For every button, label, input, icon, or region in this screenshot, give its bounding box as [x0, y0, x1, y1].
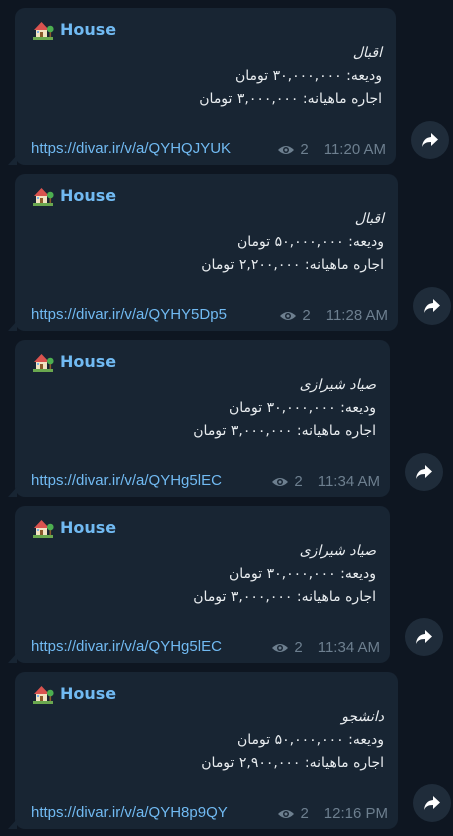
message-header: House	[32, 18, 116, 40]
message-time: 11:28 AM	[325, 307, 388, 324]
message-header: House	[32, 350, 116, 372]
listing-link[interactable]: https://divar.ir/v/a/QYHY5Dp5	[31, 306, 227, 323]
listing-deposit: ودیعه: ۵۰,۰۰۰,۰۰۰ تومان	[236, 234, 384, 250]
share-button[interactable]	[411, 121, 449, 159]
view-count: 2	[294, 639, 303, 656]
bubble-tail	[8, 155, 17, 165]
listing-rent: اجاره ماهیانه: ۳,۰۰۰,۰۰۰ تومان	[199, 91, 382, 107]
listing-rent: اجاره ماهیانه: ۳,۰۰۰,۰۰۰ تومان	[193, 423, 376, 439]
listing-rent: اجاره ماهیانه: ۳,۰۰۰,۰۰۰ تومان	[193, 589, 376, 605]
eye-icon	[271, 642, 289, 654]
view-count: 2	[294, 473, 303, 490]
listing-details: صیاد شیرازی ودیعه: ۳۰,۰۰۰,۰۰۰ تومان اجار…	[193, 374, 376, 443]
message-feed: House اقبال ودیعه: ۳۰,۰۰۰,۰۰۰ تومان اجار…	[0, 0, 453, 836]
share-arrow-icon	[423, 795, 441, 811]
listing-location: اقبال	[352, 45, 382, 61]
listing-details: دانشجو ودیعه: ۵۰,۰۰۰,۰۰۰ تومان اجاره ماه…	[201, 706, 384, 775]
message-header: House	[32, 184, 116, 206]
message-bubble[interactable]: House دانشجو ودیعه: ۵۰,۰۰۰,۰۰۰ تومان اجا…	[8, 672, 398, 829]
message-time: 11:34 AM	[317, 473, 380, 490]
house-with-garden-icon	[32, 516, 54, 538]
sender-name[interactable]: House	[60, 20, 116, 39]
bubble-tail	[8, 653, 17, 663]
listing-deposit: ودیعه: ۵۰,۰۰۰,۰۰۰ تومان	[236, 732, 384, 748]
listing-rent: اجاره ماهیانه: ۲,۹۰۰,۰۰۰ تومان	[201, 755, 384, 771]
message-meta: 2 11:34 AM	[271, 639, 380, 656]
bubble-tail	[8, 819, 17, 829]
view-count: 2	[300, 805, 309, 822]
message-time: 11:20 AM	[323, 141, 386, 158]
message-meta: 2 11:34 AM	[271, 473, 380, 490]
listing-location: اقبال	[354, 211, 384, 227]
message-meta: 2 11:20 AM	[277, 141, 386, 158]
listing-details: صیاد شیرازی ودیعه: ۳۰,۰۰۰,۰۰۰ تومان اجار…	[193, 540, 376, 609]
sender-name[interactable]: House	[60, 352, 116, 371]
house-with-garden-icon	[32, 350, 54, 372]
listing-deposit: ودیعه: ۳۰,۰۰۰,۰۰۰ تومان	[228, 566, 376, 582]
message-time: 11:34 AM	[317, 639, 380, 656]
house-with-garden-icon	[32, 682, 54, 704]
sender-name[interactable]: House	[60, 186, 116, 205]
eye-icon	[277, 808, 295, 820]
listing-link[interactable]: https://divar.ir/v/a/QYH8p9QY	[31, 804, 228, 821]
listing-location: دانشجو	[341, 709, 384, 725]
share-arrow-icon	[415, 464, 433, 480]
eye-icon	[271, 476, 289, 488]
share-button[interactable]	[405, 618, 443, 656]
share-button[interactable]	[405, 453, 443, 491]
message-bubble[interactable]: House اقبال ودیعه: ۵۰,۰۰۰,۰۰۰ تومان اجار…	[8, 174, 398, 331]
listing-details: اقبال ودیعه: ۳۰,۰۰۰,۰۰۰ تومان اجاره ماهی…	[199, 42, 382, 111]
eye-icon	[279, 310, 297, 322]
house-with-garden-icon	[32, 18, 54, 40]
listing-link[interactable]: https://divar.ir/v/a/QYHg5lEC	[31, 638, 222, 655]
house-with-garden-icon	[32, 184, 54, 206]
message-meta: 2 12:16 PM	[277, 805, 388, 822]
share-arrow-icon	[415, 629, 433, 645]
view-count: 2	[302, 307, 311, 324]
listing-link[interactable]: https://divar.ir/v/a/QYHQJYUK	[31, 140, 231, 157]
message-time: 12:16 PM	[323, 805, 388, 822]
listing-details: اقبال ودیعه: ۵۰,۰۰۰,۰۰۰ تومان اجاره ماهی…	[201, 208, 384, 277]
bubble-tail	[8, 321, 17, 331]
eye-icon	[277, 144, 295, 156]
listing-rent: اجاره ماهیانه: ۲,۲۰۰,۰۰۰ تومان	[201, 257, 384, 273]
bubble-tail	[8, 487, 17, 497]
message-meta: 2 11:28 AM	[279, 307, 388, 324]
listing-deposit: ودیعه: ۳۰,۰۰۰,۰۰۰ تومان	[228, 400, 376, 416]
message-header: House	[32, 682, 116, 704]
share-button[interactable]	[413, 784, 451, 822]
share-arrow-icon	[423, 298, 441, 314]
share-arrow-icon	[421, 132, 439, 148]
message-bubble[interactable]: House صیاد شیرازی ودیعه: ۳۰,۰۰۰,۰۰۰ توما…	[8, 506, 390, 663]
listing-deposit: ودیعه: ۳۰,۰۰۰,۰۰۰ تومان	[234, 68, 382, 84]
listing-link[interactable]: https://divar.ir/v/a/QYHg5lEC	[31, 472, 222, 489]
sender-name[interactable]: House	[60, 518, 116, 537]
share-button[interactable]	[413, 287, 451, 325]
message-header: House	[32, 516, 116, 538]
message-bubble[interactable]: House اقبال ودیعه: ۳۰,۰۰۰,۰۰۰ تومان اجار…	[8, 8, 396, 165]
sender-name[interactable]: House	[60, 684, 116, 703]
listing-location: صیاد شیرازی	[299, 377, 376, 393]
listing-location: صیاد شیرازی	[299, 543, 376, 559]
view-count: 2	[300, 141, 309, 158]
message-bubble[interactable]: House صیاد شیرازی ودیعه: ۳۰,۰۰۰,۰۰۰ توما…	[8, 340, 390, 497]
